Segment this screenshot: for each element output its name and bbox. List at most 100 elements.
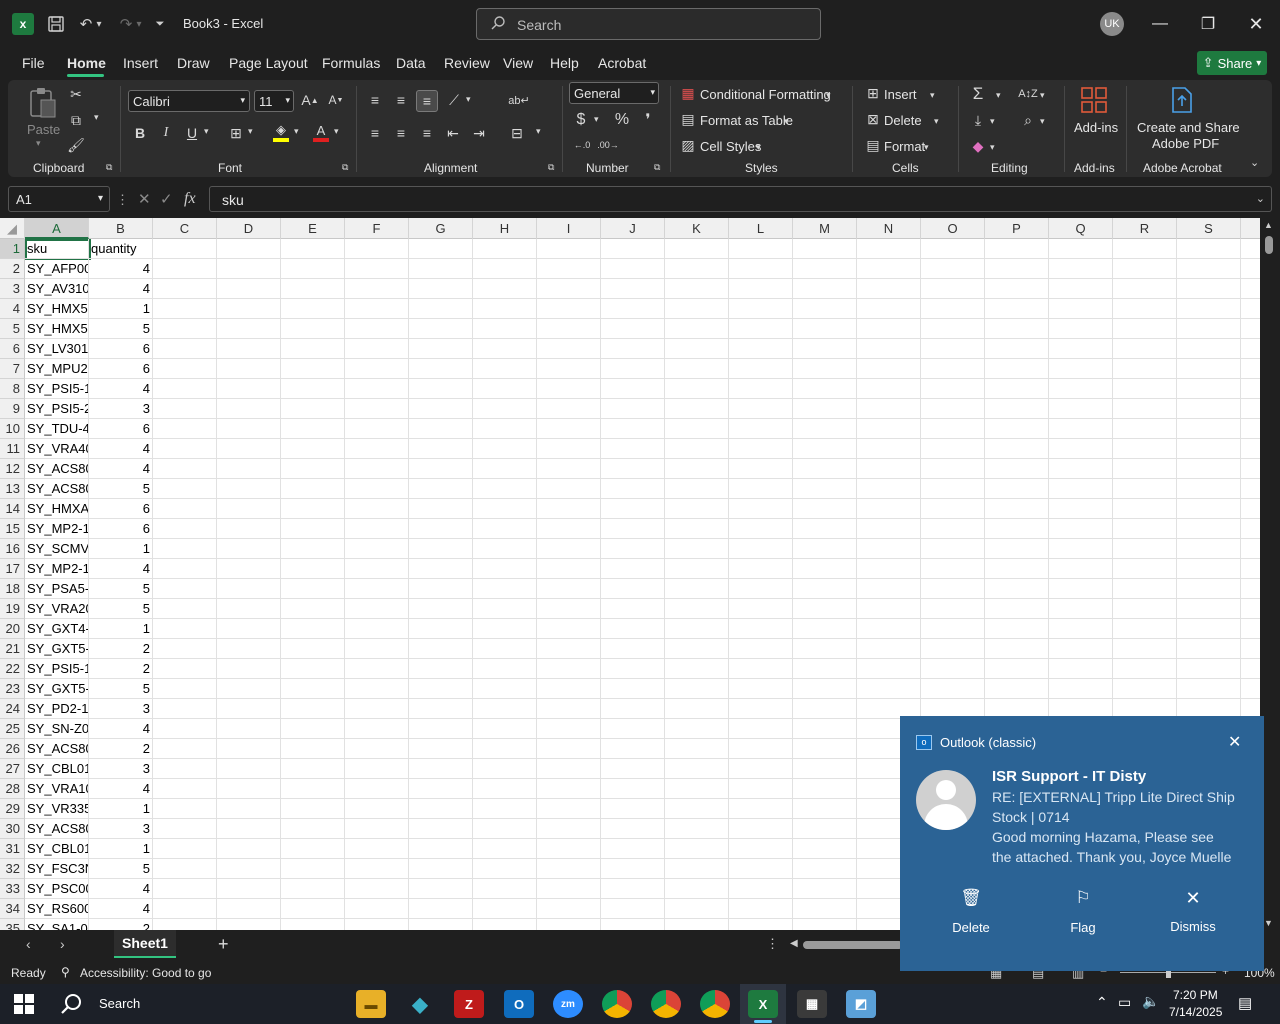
expand-formula-icon[interactable]: ⌄ [1256, 192, 1265, 205]
calculator-icon[interactable]: ▦ [797, 990, 827, 1018]
increase-decimal-icon[interactable]: ←.0 [572, 136, 592, 154]
show-hidden-icons-icon[interactable]: ⌃ [1096, 994, 1108, 1011]
conditional-formatting-button[interactable]: Conditional Formatting [700, 87, 831, 102]
cell-sku[interactable]: SY_PSA5-7 [27, 579, 89, 599]
row-header[interactable]: 7 [0, 359, 25, 379]
cell-quantity[interactable]: 5 [90, 579, 152, 599]
row-header[interactable]: 13 [0, 479, 25, 499]
cell-sku[interactable]: SY_ACS80 [27, 459, 89, 479]
avatar[interactable]: UK [1100, 12, 1124, 36]
borders-dropdown-icon[interactable]: ▾ [248, 126, 253, 137]
tab-draw[interactable]: Draw [177, 55, 210, 71]
cell-quantity[interactable]: 4 [90, 259, 152, 279]
cell-sku[interactable]: SY_AFP000 [27, 259, 89, 279]
align-left-icon[interactable]: ≡ [364, 123, 386, 143]
column-header-g[interactable]: G [409, 218, 473, 239]
row-header[interactable]: 15 [0, 519, 25, 539]
column-header-d[interactable]: D [217, 218, 281, 239]
column-header-l[interactable]: L [729, 218, 793, 239]
sort-filter-icon[interactable]: A↕Z [1018, 84, 1038, 104]
cell-sku[interactable]: SY_SN-Z03 [27, 719, 89, 739]
cell-sku[interactable]: SY_VRA20 [27, 599, 89, 619]
cell-sku[interactable]: SY_PSC000 [27, 879, 89, 899]
cell-styles-button[interactable]: Cell Styles [700, 139, 761, 154]
minimize-button[interactable]: — [1137, 8, 1183, 40]
cell-quantity[interactable]: 3 [90, 699, 152, 719]
cell-quantity[interactable]: 4 [90, 439, 152, 459]
row-header[interactable]: 18 [0, 579, 25, 599]
toast-close-icon[interactable]: ✕ [1228, 732, 1241, 752]
find-select-icon[interactable]: ⌕ [1018, 110, 1038, 130]
cell-quantity[interactable]: 5 [90, 859, 152, 879]
toast-delete-button[interactable]: 🗑 Delete [930, 888, 1012, 948]
row-header[interactable]: 11 [0, 439, 25, 459]
cell-quantity[interactable]: 2 [90, 659, 152, 679]
cell-quantity[interactable]: 1 [90, 839, 152, 859]
collapse-ribbon-icon[interactable]: ⌄ [1250, 156, 1259, 169]
formula-input[interactable]: sku ⌄ [209, 186, 1272, 212]
scroll-left-icon[interactable]: ◀ [790, 938, 798, 949]
currency-dropdown-icon[interactable]: ▾ [594, 114, 599, 125]
cell-quantity[interactable]: 1 [90, 299, 152, 319]
cut-icon[interactable]: ✂ [66, 84, 86, 104]
cell-quantity[interactable]: 4 [90, 779, 152, 799]
cell-sku[interactable]: SY_GXT5-7 [27, 639, 89, 659]
column-header-o[interactable]: O [921, 218, 985, 239]
cell-sku[interactable]: SY_PSI5-1 [27, 659, 89, 679]
row-header[interactable]: 16 [0, 539, 25, 559]
toast-dismiss-button[interactable]: ✕ Dismiss [1152, 888, 1234, 948]
cell-quantity[interactable]: 6 [90, 339, 152, 359]
create-share-pdf-line2[interactable]: Adobe PDF [1152, 136, 1219, 151]
cell-quantity[interactable]: 1 [90, 539, 152, 559]
row-header[interactable]: 27 [0, 759, 25, 779]
cell-sku[interactable]: SY_MPU20 [27, 359, 89, 379]
tab-help[interactable]: Help [550, 55, 579, 71]
row-header[interactable]: 25 [0, 719, 25, 739]
column-header-i[interactable]: I [537, 218, 601, 239]
cell-sku[interactable]: SY_PSI5-1 [27, 379, 89, 399]
find-select-dropdown-icon[interactable]: ▾ [1040, 116, 1045, 127]
sheet-tab-sheet1[interactable]: Sheet1 [114, 930, 176, 958]
format-as-table-icon[interactable]: ▤ [680, 111, 696, 127]
tab-file[interactable]: File [22, 55, 45, 71]
redo-dropdown-icon[interactable]: ▾ [132, 12, 146, 36]
underline-dropdown-icon[interactable]: ▾ [204, 126, 209, 137]
cell-sku[interactable]: SY_RS600 [27, 899, 89, 919]
column-header-f[interactable]: F [345, 218, 409, 239]
format-cells-button[interactable]: Format [884, 139, 925, 154]
cell-sku[interactable]: SY_TDU-40 [27, 419, 89, 439]
row-header[interactable]: 29 [0, 799, 25, 819]
fill-color-dropdown-icon[interactable]: ▾ [294, 126, 299, 137]
align-center-icon[interactable]: ≡ [390, 123, 412, 143]
row-header[interactable]: 26 [0, 739, 25, 759]
cell-quantity[interactable]: 3 [90, 759, 152, 779]
undo-dropdown-icon[interactable]: ▾ [92, 12, 106, 36]
row-header[interactable]: 9 [0, 399, 25, 419]
row-header[interactable]: 31 [0, 839, 25, 859]
cell-quantity[interactable]: 4 [90, 459, 152, 479]
next-sheet-icon[interactable]: › [60, 936, 65, 952]
column-header-e[interactable]: E [281, 218, 345, 239]
cell-sku[interactable]: SY_SCMV2 [27, 539, 89, 559]
delete-cells-button[interactable]: Delete [884, 113, 922, 128]
file-explorer-icon[interactable]: ▬ [356, 990, 386, 1018]
accessibility-icon[interactable]: ⚲ [61, 965, 70, 979]
font-color-dropdown-icon[interactable]: ▾ [334, 126, 339, 137]
autosum-icon[interactable]: Σ [968, 84, 988, 104]
cell-sku[interactable]: SY_ACS80 [27, 739, 89, 759]
orientation-dropdown-icon[interactable]: ▾ [466, 94, 471, 105]
row-header[interactable]: 19 [0, 599, 25, 619]
cell-sku[interactable]: SY_MP2-1 [27, 559, 89, 579]
chrome-profile-2-icon[interactable] [651, 990, 681, 1018]
cell-quantity[interactable]: 3 [90, 819, 152, 839]
zoom-icon[interactable]: zm [553, 990, 583, 1018]
column-header-q[interactable]: Q [1049, 218, 1113, 239]
row-header[interactable]: 34 [0, 899, 25, 919]
dialog-launcher-icon[interactable]: ⧉ [106, 162, 112, 173]
notification-toast[interactable]: o Outlook (classic) ✕ ISR Support - IT D… [900, 716, 1264, 971]
cell-sku[interactable]: SY_AV310 [27, 279, 89, 299]
cell-styles-icon[interactable]: ▨ [680, 137, 696, 153]
volume-icon[interactable]: 🔈 [1142, 993, 1159, 1010]
cell-quantity[interactable]: 4 [90, 279, 152, 299]
column-header-h[interactable]: H [473, 218, 537, 239]
